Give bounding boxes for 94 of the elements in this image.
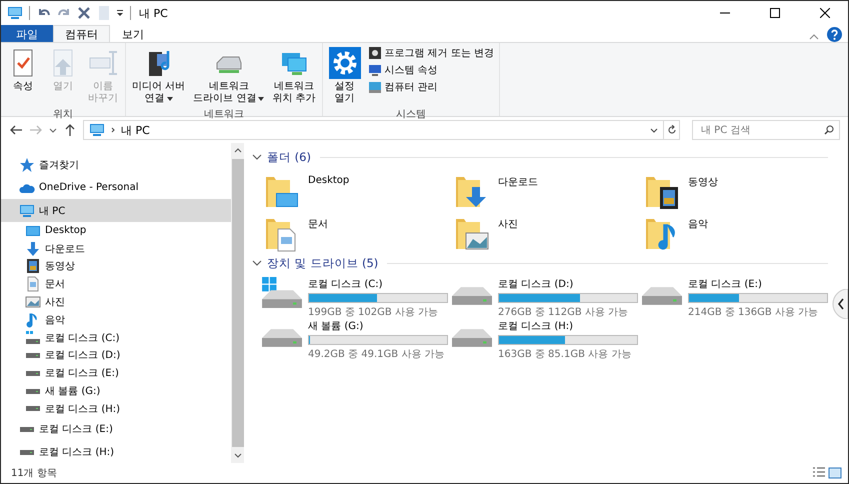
drive-item[interactable]: 새 볼륨 (G:) 49.2GB 중 49.1GB 사용 가능: [262, 319, 452, 357]
folder-item[interactable]: 사진: [452, 213, 642, 251]
system-drive-icon: [262, 277, 302, 308]
caret-icon: [166, 97, 173, 101]
drive-icon: [452, 329, 492, 347]
dropdown-icon: [650, 126, 658, 134]
folder-item[interactable]: Desktop: [262, 171, 452, 209]
system-drive-icon: [25, 330, 41, 346]
computer-icon: [7, 5, 23, 21]
computer-management-icon: [368, 80, 382, 94]
program-icon: [368, 46, 382, 60]
ribbon-tab[interactable]: 보기: [110, 25, 156, 42]
drive-item[interactable]: 로컬 디스크 (H:) 163GB 중 85.1GB 사용 가능: [452, 319, 642, 357]
group-label: 시스템: [394, 108, 427, 121]
recent-dropdown-icon[interactable]: [49, 126, 57, 134]
drive-icon: [452, 287, 492, 305]
tiles-view-icon[interactable]: [828, 466, 842, 480]
drive-icon: [26, 406, 40, 412]
ribbon-button[interactable]: 시스템 속성: [366, 62, 496, 78]
ribbon-button[interactable]: 설정 열기: [326, 45, 364, 107]
ribbon-button[interactable]: 미디어 서버 연결: [129, 45, 188, 107]
folder-item[interactable]: 문서: [262, 213, 452, 251]
monitor-icon: [368, 63, 382, 77]
nav-item[interactable]: 음악: [1, 310, 231, 329]
caret-icon: [258, 97, 264, 101]
image-icon: [25, 294, 41, 310]
folder-item[interactable]: 동영상: [642, 171, 832, 209]
panel-toggle-icon[interactable]: [832, 289, 848, 319]
group-label: 위치: [52, 108, 74, 121]
item-count: 11개 항목: [11, 467, 57, 480]
refresh-icon: [666, 125, 676, 135]
nav-item[interactable]: 즐겨찾기: [1, 153, 231, 176]
nav-item[interactable]: 문서: [1, 275, 231, 294]
drive-icon: [20, 426, 34, 432]
ribbon-button[interactable]: 컴퓨터 관리: [366, 79, 496, 95]
ribbon-button[interactable]: 속성: [4, 45, 42, 95]
window-title: 내 PC: [139, 6, 168, 20]
folder-item[interactable]: 다운로드: [452, 171, 642, 209]
scroll-down-icon[interactable]: [234, 451, 242, 459]
group-header[interactable]: 폴더 (6): [252, 149, 828, 165]
drive-icon: [262, 329, 302, 347]
address-bar[interactable]: 내 PC: [83, 120, 664, 140]
group-label: 네트워크: [202, 108, 245, 121]
ribbon-tab[interactable]: 컴퓨터: [53, 25, 110, 42]
folder-item[interactable]: 음악: [642, 213, 832, 251]
star-icon: [19, 156, 35, 172]
nav-item[interactable]: 로컬 디스크 (E:): [1, 364, 231, 382]
scrollbar[interactable]: [231, 143, 244, 463]
drive-icon: [26, 352, 40, 358]
search-icon[interactable]: [824, 125, 834, 135]
drive-item[interactable]: 로컬 디스크 (D:) 276GB 중 112GB 사용 가능: [452, 277, 642, 315]
gear-icon: [328, 47, 361, 79]
drive-item[interactable]: 로컬 디스크 (E:) 214GB 중 136GB 사용 가능: [642, 277, 832, 315]
nav-item[interactable]: 로컬 디스크 (D:): [1, 346, 231, 364]
chevron-icon: [252, 152, 262, 162]
nav-item[interactable]: 로컬 디스크 (C:): [1, 328, 231, 347]
drive-icon: [26, 388, 40, 394]
drive-item[interactable]: 로컬 디스크 (C:) 199GB 중 102GB 사용 가능: [262, 277, 452, 315]
nav-item[interactable]: 다운로드: [1, 240, 231, 258]
nav-item[interactable]: 내 PC: [1, 199, 231, 222]
drive-icon: [20, 450, 34, 455]
customize-dropdown-icon[interactable]: [116, 9, 124, 17]
nav-item[interactable]: 새 볼륨 (G:): [1, 382, 231, 400]
scroll-up-icon[interactable]: [234, 147, 242, 155]
ribbon-button[interactable]: 네트워크 드라이브 연결: [190, 45, 268, 107]
computer-icon: [19, 202, 35, 218]
chevron-icon: [252, 258, 262, 268]
chevron-icon: [109, 126, 117, 134]
down-arrow-icon: [25, 240, 41, 257]
drive-icon: [642, 287, 682, 305]
refresh-button[interactable]: [664, 120, 680, 140]
help-icon[interactable]: [827, 27, 842, 42]
nav-item[interactable]: 로컬 디스크 (E:): [1, 418, 231, 441]
up-icon[interactable]: [63, 123, 77, 137]
ribbon-tab[interactable]: 파일: [1, 25, 53, 42]
document-icon: [25, 276, 41, 292]
delete-icon[interactable]: [76, 5, 92, 21]
nav-item[interactable]: 사진: [1, 293, 231, 311]
nav-item[interactable]: 로컬 디스크 (H:): [1, 440, 231, 464]
close-icon: [820, 8, 830, 18]
nav-item[interactable]: 로컬 디스크 (H:): [1, 400, 231, 418]
ribbon-button[interactable]: 네트워크 위치 추가: [269, 45, 319, 107]
search-field[interactable]: 내 PC 검색: [692, 120, 840, 140]
computer-icon: [89, 122, 105, 138]
group-header[interactable]: 장치 및 드라이브 (5): [252, 255, 828, 271]
nav-item[interactable]: 동영상: [1, 258, 231, 276]
nav-item[interactable]: OneDrive - Personal: [1, 176, 231, 199]
ribbon-button[interactable]: 프로그램 제거 또는 변경: [366, 45, 496, 61]
film-icon: [25, 258, 41, 274]
maximize-icon: [770, 8, 780, 18]
nav-item[interactable]: Desktop: [1, 222, 231, 240]
drive-icon: [26, 370, 40, 376]
back-icon[interactable]: [9, 123, 23, 137]
collapse-ribbon-icon[interactable]: [809, 32, 819, 42]
